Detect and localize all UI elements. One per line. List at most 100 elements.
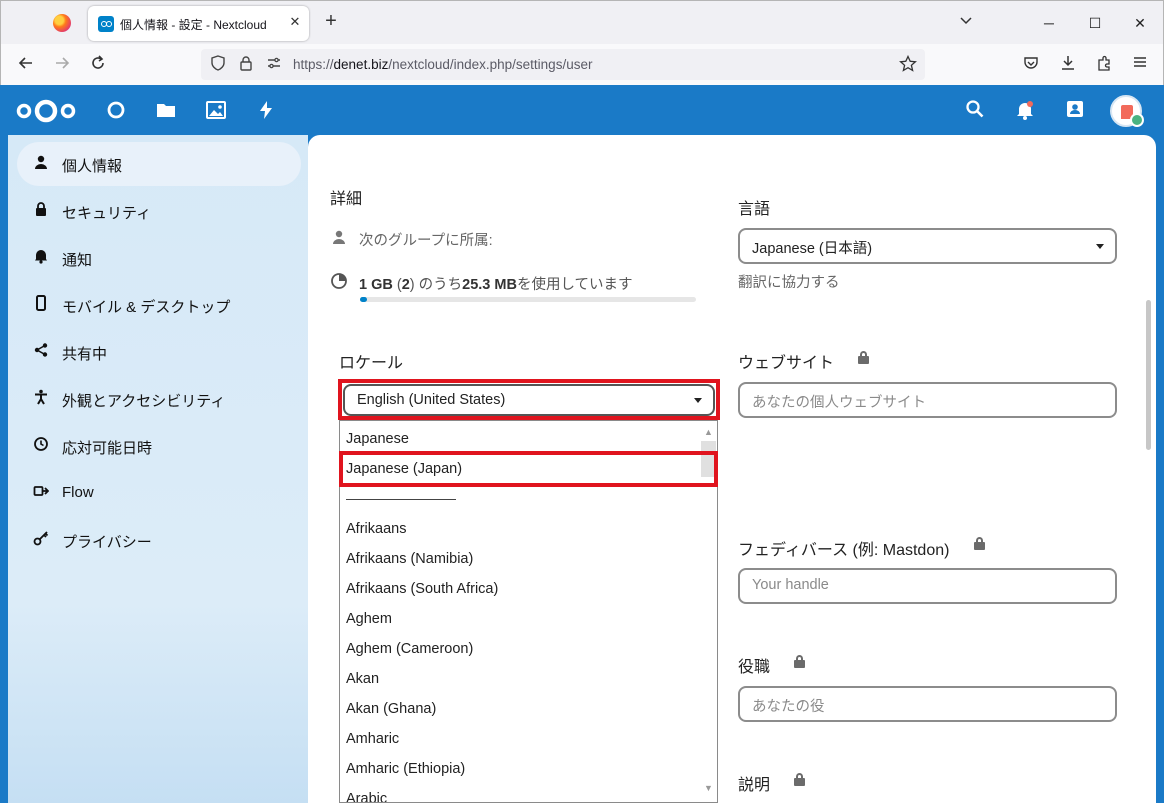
locale-option[interactable]: Akan xyxy=(346,671,379,687)
sidebar-item-privacy[interactable]: プライバシー xyxy=(17,518,301,562)
fediverse-lock-icon[interactable] xyxy=(974,537,985,550)
fediverse-input[interactable]: Your handle xyxy=(738,568,1117,604)
nextcloud-header xyxy=(0,85,1164,135)
sidebar-item-label: セキュリティ xyxy=(62,205,152,222)
role-input[interactable]: あなたの役 xyxy=(738,686,1117,722)
locale-option[interactable]: Afrikaans (South Africa) xyxy=(346,581,498,597)
chevron-down-icon xyxy=(1096,244,1104,249)
sidebar-item-availability[interactable]: 応対可能日時 xyxy=(17,424,301,468)
activity-app-icon[interactable] xyxy=(255,99,277,121)
tab-settings[interactable]: 個人情報 - 設定 - Nextcloud ✕ xyxy=(88,6,309,41)
locale-select-highlight xyxy=(338,379,720,420)
nextcloud-favicon-icon xyxy=(98,16,114,32)
quota-clock-icon xyxy=(330,272,348,295)
locale-option[interactable]: Afrikaans (Namibia) xyxy=(346,551,473,567)
quota-text: 1 GB (2) のうち25.3 MBを使用しています xyxy=(359,277,633,293)
language-label: 言語 xyxy=(738,201,771,218)
locale-option[interactable]: Japanese xyxy=(346,431,409,447)
tab-strip: 個人情報 - 設定 - Nextcloud ✕ + ─ ☐ ✕ xyxy=(0,0,1164,44)
accessibility-icon xyxy=(31,389,51,409)
scroll-up-icon[interactable]: ▲ xyxy=(704,427,713,437)
list-tabs-icon[interactable] xyxy=(956,13,976,33)
url-text[interactable]: https://denet.biz/nextcloud/index.php/se… xyxy=(293,57,592,72)
role-placeholder: あなたの役 xyxy=(752,699,825,715)
extensions-icon[interactable] xyxy=(1094,54,1116,76)
locale-option[interactable]: Arabic xyxy=(346,791,387,802)
firefox-icon[interactable] xyxy=(53,14,71,32)
downloads-icon[interactable] xyxy=(1057,54,1079,76)
bookmark-star-icon[interactable] xyxy=(899,54,917,73)
photos-app-icon[interactable] xyxy=(205,99,227,121)
back-icon[interactable] xyxy=(15,54,37,76)
reload-icon[interactable] xyxy=(87,54,109,76)
permissions-icon[interactable] xyxy=(265,55,283,73)
group-person-icon xyxy=(331,229,347,250)
forward-icon[interactable] xyxy=(51,54,73,76)
details-title: 詳細 xyxy=(330,191,363,208)
help-translate-link[interactable]: 翻訳に協力する xyxy=(738,271,840,292)
browser-window: 個人情報 - 設定 - Nextcloud ✕ + ─ ☐ ✕ https://… xyxy=(0,0,1164,803)
maximize-button[interactable]: ☐ xyxy=(1080,9,1110,37)
sidebar-item-security[interactable]: セキュリティ xyxy=(17,189,301,233)
sidebar-item-label: 通知 xyxy=(62,252,93,269)
website-lock-icon[interactable] xyxy=(858,351,869,364)
sidebar-item-mobile-desktop[interactable]: モバイル & デスクトップ xyxy=(17,283,301,327)
role-lock-icon[interactable] xyxy=(794,655,805,668)
tab-close-icon[interactable]: ✕ xyxy=(286,13,304,31)
online-status-icon xyxy=(1130,113,1144,127)
dropdown-separator xyxy=(346,499,456,500)
search-icon[interactable] xyxy=(965,99,987,121)
locale-option[interactable]: Akan (Ghana) xyxy=(346,701,436,717)
new-tab-button[interactable]: + xyxy=(321,11,341,32)
key-icon xyxy=(31,530,51,550)
sidebar-item-label: 共有中 xyxy=(62,346,108,363)
shield-icon[interactable] xyxy=(209,55,227,73)
files-app-icon[interactable] xyxy=(155,99,177,121)
fediverse-label: フェディバース (例: Mastdon) xyxy=(738,542,950,559)
clock-icon xyxy=(31,436,51,456)
sidebar-item-personal-info[interactable]: 個人情報 xyxy=(17,142,301,186)
locale-option[interactable]: Afrikaans xyxy=(346,521,406,537)
scroll-down-icon[interactable]: ▼ xyxy=(704,783,713,793)
website-label: ウェブサイト xyxy=(738,355,835,372)
menu-icon[interactable] xyxy=(1129,54,1151,76)
nextcloud-logo-icon[interactable] xyxy=(15,97,77,125)
locale-option[interactable]: Aghem xyxy=(346,611,392,627)
website-placeholder: あなたの個人ウェブサイト xyxy=(752,395,926,411)
content-scrollbar[interactable] xyxy=(1146,300,1151,450)
role-label: 役職 xyxy=(738,659,771,676)
locale-label: ロケール xyxy=(339,355,404,372)
url-bar[interactable]: https://denet.biz/nextcloud/index.php/se… xyxy=(201,49,925,80)
bell-icon xyxy=(31,248,51,268)
groups-label: 次のグループに所属: xyxy=(359,233,493,249)
quota-progress-fill xyxy=(360,297,367,302)
padlock-icon[interactable] xyxy=(237,55,255,73)
sidebar-item-label: 応対可能日時 xyxy=(62,440,153,457)
sidebar-item-flow[interactable]: Flow xyxy=(17,471,301,515)
sidebar-item-label: Flow xyxy=(62,484,94,501)
flow-icon xyxy=(31,483,51,503)
locale-option[interactable]: Amharic xyxy=(346,731,399,747)
settings-sidebar: 個人情報 セキュリティ 通知 モバイル & デスクトップ 共有中 外観とアクセシ… xyxy=(8,135,308,803)
dashboard-app-icon[interactable] xyxy=(105,99,127,121)
notifications-bell-icon[interactable] xyxy=(1015,99,1037,121)
option-highlight xyxy=(339,451,718,487)
locale-option[interactable]: Amharic (Ethiopia) xyxy=(346,761,465,777)
website-input[interactable]: あなたの個人ウェブサイト xyxy=(738,382,1117,418)
sidebar-item-label: モバイル & デスクトップ xyxy=(62,299,231,316)
sidebar-item-appearance-accessibility[interactable]: 外観とアクセシビリティ xyxy=(17,377,301,421)
locale-option[interactable]: Aghem (Cameroon) xyxy=(346,641,473,657)
phone-icon xyxy=(31,295,51,315)
close-window-button[interactable]: ✕ xyxy=(1125,9,1155,37)
sidebar-item-label: 外観とアクセシビリティ xyxy=(62,393,226,410)
minimize-button[interactable]: ─ xyxy=(1034,9,1064,37)
lock-icon xyxy=(31,201,51,221)
tab-title: 個人情報 - 設定 - Nextcloud xyxy=(120,18,267,32)
language-select[interactable]: Japanese (日本語) xyxy=(738,228,1117,264)
quota-progress-bar xyxy=(360,297,696,302)
sidebar-item-notifications[interactable]: 通知 xyxy=(17,236,301,280)
pocket-icon[interactable] xyxy=(1020,54,1042,76)
description-lock-icon[interactable] xyxy=(794,773,805,786)
contacts-icon[interactable] xyxy=(1065,99,1087,121)
sidebar-item-sharing[interactable]: 共有中 xyxy=(17,330,301,374)
